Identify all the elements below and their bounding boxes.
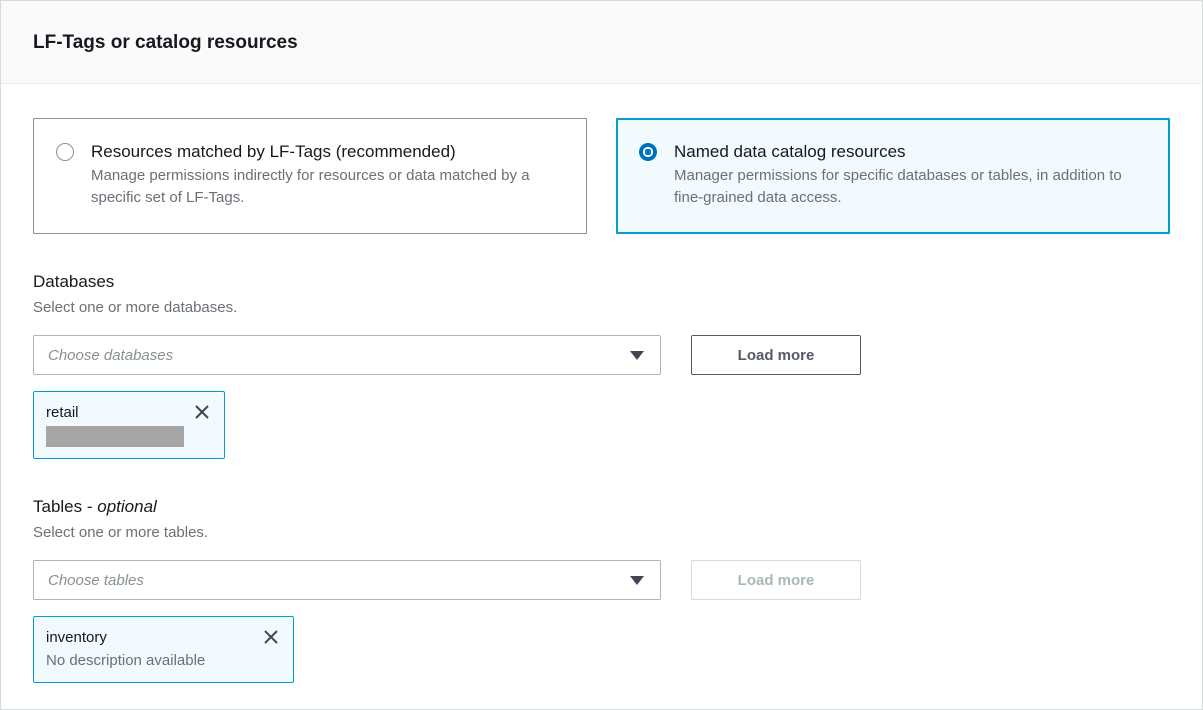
radio-tile-description: Manage permissions indirectly for resour…	[91, 165, 553, 209]
panel-title: LF-Tags or catalog resources	[33, 31, 1170, 55]
radio-tile-label: Named data catalog resources	[674, 141, 1136, 163]
tables-label-text: Tables -	[33, 497, 97, 516]
radio-tile-text: Named data catalog resources Manager per…	[674, 141, 1136, 209]
redacted-description	[46, 426, 184, 447]
close-icon[interactable]	[192, 402, 212, 422]
token-name: inventory	[46, 627, 107, 648]
radio-tile-lf-tags[interactable]: Resources matched by LF-Tags (recommende…	[33, 118, 587, 234]
radio-tile-description: Manager permissions for specific databas…	[674, 165, 1136, 209]
caret-down-icon	[630, 351, 644, 360]
caret-down-icon	[630, 576, 644, 585]
close-icon[interactable]	[261, 627, 281, 647]
databases-select-placeholder: Choose databases	[48, 347, 173, 364]
radio-button-unselected-icon[interactable]	[56, 143, 74, 161]
panel-header: LF-Tags or catalog resources	[1, 1, 1202, 84]
radio-tile-text: Resources matched by LF-Tags (recommende…	[91, 141, 553, 209]
databases-hint: Select one or more databases.	[33, 298, 1170, 318]
table-token-inventory: inventory No description available	[33, 616, 294, 683]
resource-type-radio-group: Resources matched by LF-Tags (recommende…	[33, 118, 1170, 234]
tables-select[interactable]: Choose tables	[33, 560, 661, 600]
databases-row: Choose databases Load more	[33, 335, 1170, 375]
databases-load-more-button[interactable]: Load more	[691, 335, 861, 375]
database-token-retail: retail	[33, 391, 225, 459]
tables-row: Choose tables Load more	[33, 560, 1170, 600]
tables-load-more-button[interactable]: Load more	[691, 560, 861, 600]
tables-label: Tables - optional	[33, 496, 1170, 518]
databases-label: Databases	[33, 271, 1170, 293]
radio-button-selected-icon[interactable]	[639, 143, 657, 161]
lf-tags-or-catalog-resources-panel: LF-Tags or catalog resources Resources m…	[0, 0, 1203, 710]
databases-select[interactable]: Choose databases	[33, 335, 661, 375]
panel-content: Resources matched by LF-Tags (recommende…	[1, 118, 1202, 683]
token-description: No description available	[46, 650, 281, 671]
tables-select-placeholder: Choose tables	[48, 572, 144, 589]
tables-hint: Select one or more tables.	[33, 523, 1170, 543]
radio-tile-named-resources[interactable]: Named data catalog resources Manager per…	[616, 118, 1170, 234]
radio-tile-label: Resources matched by LF-Tags (recommende…	[91, 141, 553, 163]
token-name: retail	[46, 402, 79, 423]
tables-label-optional: optional	[97, 497, 157, 516]
